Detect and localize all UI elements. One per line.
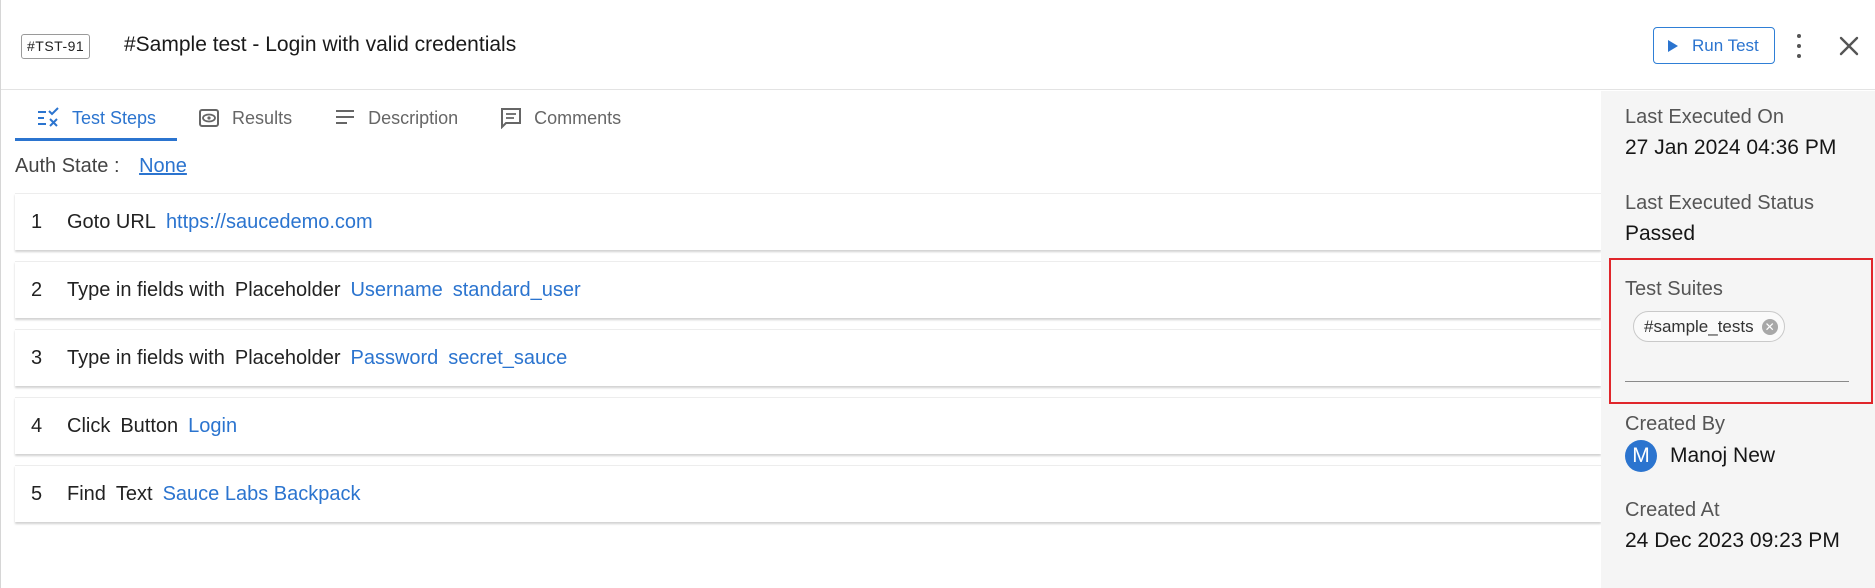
- suite-chip[interactable]: #sample_tests ✕: [1633, 311, 1785, 342]
- step-row[interactable]: 5 Find Text Sauce Labs Backpack: [15, 465, 1601, 522]
- tab-test-steps[interactable]: Test Steps: [15, 95, 178, 141]
- run-test-label: Run Test: [1692, 35, 1759, 55]
- lines-icon: [336, 110, 355, 124]
- close-icon[interactable]: [1837, 34, 1861, 58]
- more-options-icon[interactable]: [1793, 34, 1805, 58]
- tab-results[interactable]: Results: [177, 95, 313, 141]
- step-value[interactable]: standard_user: [453, 279, 581, 302]
- step-value[interactable]: Sauce Labs Backpack: [163, 483, 361, 506]
- step-number: 4: [31, 414, 43, 437]
- steps-check-icon: [38, 107, 59, 127]
- auth-state-link[interactable]: None: [139, 155, 187, 177]
- step-selector: Placeholder: [234, 346, 341, 369]
- last-status-label: Last Executed Status: [1625, 192, 1815, 214]
- last-executed-on-label: Last Executed On: [1625, 106, 1784, 128]
- tab-label: Test Steps: [72, 107, 157, 128]
- last-status-value: Passed: [1625, 222, 1696, 245]
- created-at-label: Created At: [1625, 499, 1720, 521]
- step-value[interactable]: Password: [350, 347, 438, 370]
- step-value[interactable]: Login: [188, 415, 237, 438]
- step-number: 3: [31, 346, 43, 369]
- step-selector: Button: [120, 414, 179, 437]
- tab-label: Comments: [534, 107, 622, 128]
- avatar: M: [1625, 440, 1657, 472]
- step-action: Goto URL: [67, 210, 156, 233]
- run-test-button[interactable]: Run Test: [1653, 27, 1775, 64]
- last-executed-on-value: 27 Jan 2024 04:36 PM: [1625, 136, 1837, 159]
- suite-chip-label: #sample_tests: [1644, 316, 1754, 336]
- step-value[interactable]: Username: [350, 279, 442, 302]
- step-selector: Placeholder: [234, 278, 341, 301]
- header: #TST-91 #Sample test - Login with valid …: [1, 0, 1875, 90]
- tab-bar: Test Steps Results Description Comments: [15, 95, 642, 141]
- tab-label: Results: [232, 107, 293, 128]
- tab-comments[interactable]: Comments: [479, 95, 642, 141]
- step-number: 5: [31, 482, 43, 505]
- step-selector: Text: [115, 482, 153, 505]
- details-sidebar: Last Executed On 27 Jan 2024 04:36 PM La…: [1601, 91, 1875, 588]
- page-title: #Sample test - Login with valid credenti…: [124, 33, 517, 56]
- step-action: Click: [67, 414, 111, 437]
- step-action: Type in fields with: [67, 278, 225, 301]
- test-id-badge: #TST-91: [21, 34, 91, 59]
- test-suites-label: Test Suites: [1625, 278, 1723, 300]
- created-by-label: Created By: [1625, 413, 1726, 435]
- test-suites-input[interactable]: [1625, 352, 1849, 382]
- step-value[interactable]: secret_sauce: [448, 347, 567, 370]
- step-value[interactable]: https://saucedemo.com: [166, 211, 373, 234]
- tab-description[interactable]: Description: [313, 95, 479, 141]
- step-row[interactable]: 1 Goto URL https://saucedemo.com: [15, 193, 1601, 250]
- step-row[interactable]: 4 Click Button Login: [15, 397, 1601, 454]
- auth-state-label: Auth State :: [15, 155, 120, 177]
- step-row[interactable]: 2 Type in fields with Placeholder Userna…: [15, 261, 1601, 318]
- step-row[interactable]: 3 Type in fields with Placeholder Passwo…: [15, 329, 1601, 386]
- step-action: Type in fields with: [67, 346, 225, 369]
- auth-state: Auth State : None: [15, 155, 187, 178]
- created-by-value: Manoj New: [1670, 444, 1776, 467]
- created-at-value: 24 Dec 2023 09:23 PM: [1625, 529, 1840, 552]
- eye-icon: [199, 109, 220, 127]
- tab-label: Description: [368, 107, 459, 128]
- play-icon: [1668, 39, 1678, 52]
- comment-icon: [501, 108, 522, 129]
- step-number: 1: [31, 210, 43, 233]
- step-number: 2: [31, 278, 43, 301]
- remove-chip-icon[interactable]: ✕: [1761, 318, 1778, 335]
- test-detail-panel: #TST-91 #Sample test - Login with valid …: [0, 0, 1875, 588]
- step-action: Find: [67, 482, 106, 505]
- test-steps-list: 1 Goto URL https://saucedemo.com 2 Type …: [15, 193, 1601, 533]
